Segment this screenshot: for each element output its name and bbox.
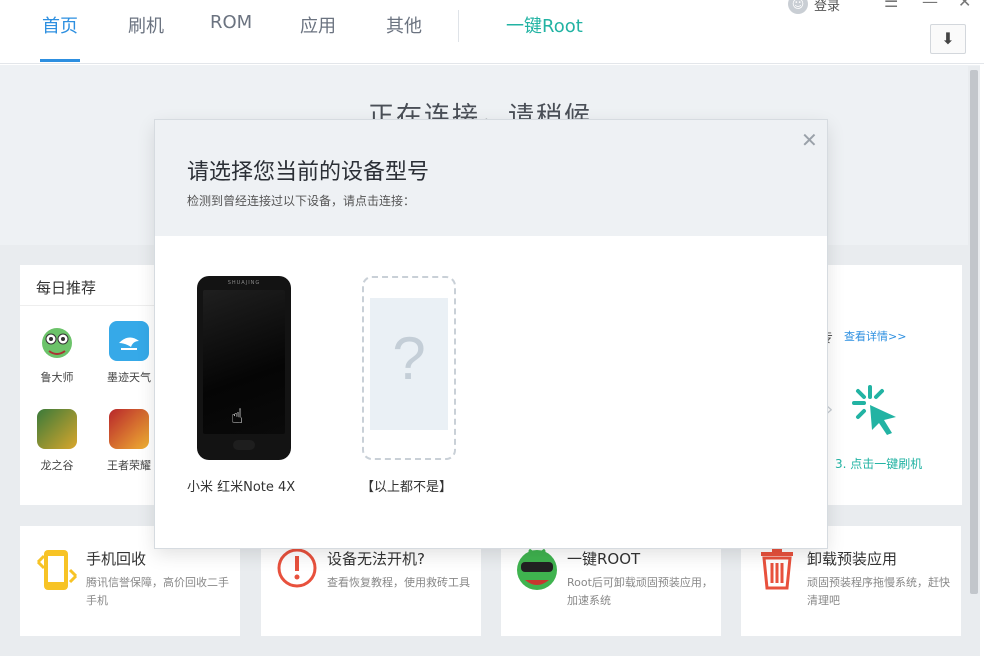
device-label[interactable]: 【以上都不是】 [361,476,452,495]
app-name: 鲁大师 [40,371,74,384]
close-window-icon[interactable]: ✕ [958,0,971,11]
tool-name: 手机回收 [86,550,147,568]
weather-icon [109,321,149,361]
menu-icon[interactable]: ☰ [884,0,898,11]
trash-icon [761,547,793,590]
tool-desc: 顽固预装程序拖慢系统，赶快清理吧 [807,576,950,607]
phone-recycle-icon [36,550,78,590]
hand-cursor-icon: ☝ [231,404,244,428]
phone-screen [203,290,285,434]
minimize-icon[interactable]: — [922,0,938,11]
root-mascot-icon [517,548,557,590]
tab-apps[interactable]: 应用 [300,12,336,62]
step-arrow-icon: › [826,399,834,420]
question-mark-icon: ? [392,325,426,392]
app-name: 墨迹天气 [107,371,151,384]
recommend-title: 每日推荐 [36,279,97,297]
device-select-dialog: 请选择您当前的设备型号 检测到曾经连接过以下设备，请点击连接： ✕ SHUAJI… [155,120,827,548]
app-name: 王者荣耀 [107,459,151,472]
dialog-header: 请选择您当前的设备型号 检测到曾经连接过以下设备，请点击连接： ✕ [155,120,827,236]
dragon-nest-icon [37,409,77,449]
login-label: 登录 [814,0,841,14]
phone-home-button [233,440,255,450]
step-three-label: 3. 点击一键刷机 [835,457,923,471]
phone-brand-text: SHUAJING [227,280,261,286]
tab-home[interactable]: 首页 [40,12,80,62]
app-name: 龙之谷 [40,459,74,472]
app-item[interactable]: 龙之谷 [22,409,92,473]
tab-flash[interactable]: 刷机 [128,12,164,62]
unknown-device-image[interactable]: ? [362,276,456,460]
warning-icon [277,548,317,588]
download-button[interactable]: ⬇ [930,24,966,54]
tool-name: 设备无法开机? [327,550,425,568]
honor-of-kings-icon [109,409,149,449]
device-label[interactable]: 小米 红米Note 4X [187,476,295,495]
tab-rom[interactable]: ROM [210,12,252,62]
tool-desc: 查看恢复教程，使用救砖工具 [327,576,470,589]
view-details-link[interactable]: 查看详情>> [844,328,906,344]
download-icon: ⬇ [941,29,955,48]
close-icon[interactable]: ✕ [801,128,818,152]
tool-desc: Root后可卸载顽固预装应用，加速系统 [567,576,713,607]
avatar-icon: ☺ [788,0,808,14]
ludashi-icon [37,321,77,361]
tool-name: 一键ROOT [567,550,641,568]
click-cursor-icon [852,385,896,435]
scrollbar-thumb[interactable] [970,70,978,594]
tab-one-click-root[interactable]: 一键Root [506,12,583,62]
top-nav: 首页 刷机 ROM 应用 其他 一键Root ☺ 登录 ☰ — ✕ ⬇ [0,0,984,64]
tab-other[interactable]: 其他 [386,12,422,62]
dialog-title: 请选择您当前的设备型号 [187,160,430,185]
nav-divider [458,10,459,42]
phone-image[interactable]: SHUAJING [197,276,291,460]
app-item[interactable]: 墨迹天气 [94,321,164,385]
tool-name: 卸载预装应用 [807,550,898,568]
app-item[interactable]: 王者荣耀 [94,409,164,473]
tool-desc: 腾讯信誉保障，高价回收二手手机 [86,576,229,607]
login-button[interactable]: ☺ 登录 [788,0,840,14]
app-item[interactable]: 鲁大师 [22,321,92,385]
dialog-subtitle: 检测到曾经连接过以下设备，请点击连接： [187,194,416,208]
unknown-device-screen: ? [370,298,448,430]
